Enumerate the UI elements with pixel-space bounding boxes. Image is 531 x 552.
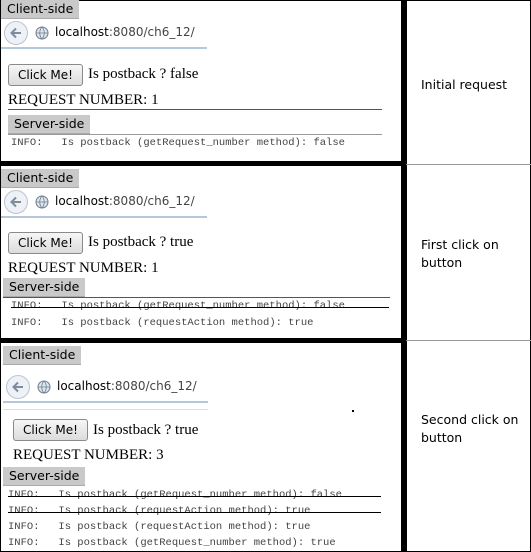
log-line: INFO: Is postback (getRequest_number met… — [11, 137, 345, 149]
page-divider — [3, 409, 208, 410]
back-arrow-icon — [12, 381, 23, 393]
strikethrough-line — [11, 307, 389, 308]
caption-initial-request: Initial request — [421, 77, 508, 92]
panel-initial-request: Client-side localhost:8080/ch6_12/ Click… — [1, 0, 507, 161]
click-me-button[interactable]: Click Me! — [8, 64, 83, 86]
globe-icon — [35, 26, 49, 40]
postback-status: Is postback ? false — [88, 66, 199, 82]
url-text[interactable]: localhost:8080/ch6_12/ — [55, 194, 195, 208]
url-host: localhost — [55, 194, 109, 208]
globe-icon — [37, 380, 51, 394]
log-line: INFO: Is postback (requestAction method)… — [11, 317, 314, 329]
server-side-label: Server-side — [3, 467, 86, 486]
postback-status: Is postback ? true — [93, 422, 199, 438]
back-button[interactable] — [4, 21, 28, 45]
client-side-label: Client-side — [1, 0, 80, 19]
url-path: :8080/ch6_12/ — [110, 379, 197, 393]
request-number: REQUEST NUMBER: 3 — [13, 447, 164, 463]
url-host: localhost — [57, 379, 111, 393]
address-bar[interactable]: localhost:8080/ch6_12/ — [1, 19, 207, 49]
url-text[interactable]: localhost:8080/ch6_12/ — [55, 25, 195, 39]
back-arrow-icon — [10, 196, 21, 208]
url-host: localhost — [55, 25, 109, 39]
caption-separator-1 — [406, 164, 531, 165]
log-divider — [8, 134, 382, 135]
caption-separator-2 — [406, 340, 531, 341]
log-line: INFO: Is postback (getRequest_number met… — [8, 537, 336, 549]
caption-second-click: Second click on button — [421, 412, 519, 445]
click-me-button[interactable]: Click Me! — [8, 232, 83, 254]
strikethrough-line — [8, 496, 381, 497]
caption-first-click: First click on button — [421, 237, 499, 270]
back-button[interactable] — [6, 375, 30, 399]
strikethrough-line — [8, 512, 381, 513]
panel-second-click: Client-side localhost:8080/ch6_12/ Click… — [1, 343, 518, 552]
divider — [8, 109, 382, 110]
url-path: :8080/ch6_12/ — [108, 194, 195, 208]
back-arrow-icon — [10, 27, 21, 39]
request-number: REQUEST NUMBER: 1 — [8, 92, 159, 108]
panel-first-click: Client-side localhost:8080/ch6_12/ Click… — [1, 166, 499, 338]
address-bar[interactable]: localhost:8080/ch6_12/ — [3, 373, 208, 403]
log-divider — [3, 297, 390, 298]
client-side-label: Client-side — [3, 346, 82, 365]
client-side-label: Client-side — [1, 169, 80, 188]
log-line: INFO: Is postback (requestAction method)… — [8, 521, 311, 533]
vertical-separator — [401, 0, 407, 552]
back-button[interactable] — [4, 190, 28, 214]
click-me-button[interactable]: Click Me! — [13, 419, 88, 441]
stray-dot — [352, 410, 354, 412]
server-side-label: Server-side — [8, 115, 91, 134]
postback-status: Is postback ? true — [88, 234, 194, 250]
server-side-label: Server-side — [3, 278, 86, 297]
globe-icon — [35, 195, 49, 209]
request-number: REQUEST NUMBER: 1 — [8, 260, 159, 276]
url-text[interactable]: localhost:8080/ch6_12/ — [57, 379, 197, 393]
address-bar[interactable]: localhost:8080/ch6_12/ — [1, 188, 207, 218]
url-path: :8080/ch6_12/ — [108, 25, 195, 39]
